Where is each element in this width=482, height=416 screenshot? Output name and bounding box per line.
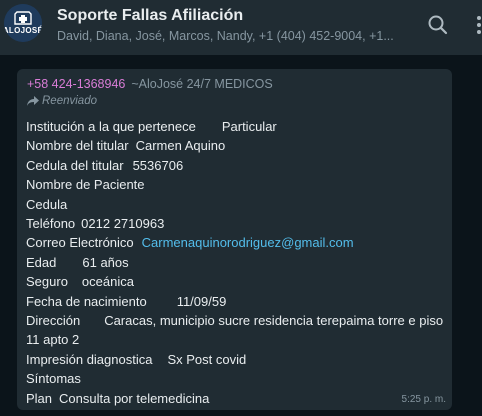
email-link[interactable]: Carmenaquinorodriguez@gmail.com bbox=[142, 235, 354, 250]
forward-arrow-icon bbox=[27, 96, 39, 106]
field-label: Correo Electrónico bbox=[26, 235, 134, 251]
field-cedula: Cedula bbox=[26, 195, 446, 214]
field-cedula-titular: Cedula del titular 5536706 bbox=[26, 156, 446, 175]
field-label: Cedula bbox=[26, 196, 68, 212]
avatar-logo-text: ALOJOSÉ bbox=[4, 26, 42, 35]
field-value: Particular bbox=[221, 119, 277, 134]
field-sintomas: Síntomas bbox=[26, 369, 446, 388]
group-avatar[interactable]: ALOJOSÉ bbox=[4, 4, 42, 42]
forwarded-indicator: Reenviado bbox=[27, 95, 97, 107]
field-impresion: Impresión diagnostica Sx Post covid bbox=[26, 350, 446, 369]
chat-header[interactable]: ALOJOSÉ Soporte Fallas Afiliación David,… bbox=[0, 0, 482, 55]
field-value: Sx Post covid bbox=[167, 351, 247, 367]
field-label: Nombre del titular bbox=[26, 138, 129, 154]
field-direccion: Dirección Caracas, municipio sucre reside… bbox=[26, 311, 446, 350]
field-label: Dirección bbox=[26, 313, 81, 329]
field-label: Cedula del titular bbox=[26, 157, 124, 173]
field-value: Consulta por telemedicina bbox=[59, 390, 210, 406]
field-seguro: Seguro oceánica bbox=[26, 272, 446, 291]
field-label: Seguro bbox=[26, 274, 68, 290]
message-time: 5:25 p. m. bbox=[401, 394, 446, 405]
phone-link[interactable]: 0212 2710963 bbox=[81, 216, 164, 231]
field-label: Teléfono bbox=[26, 216, 76, 232]
field-label: Síntomas bbox=[26, 371, 81, 387]
field-value: oceánica bbox=[81, 274, 134, 290]
message-sender: +58 424-1368946 ~AloJosé 24/7 MEDICOS bbox=[27, 77, 273, 91]
forwarded-label: Reenviado bbox=[42, 95, 97, 107]
field-edad: Edad 61 años bbox=[26, 253, 446, 272]
field-nombre-titular: Nombre del titular Carmen Aquino bbox=[26, 136, 446, 155]
field-value: Carmen Aquino bbox=[135, 138, 226, 154]
menu-button[interactable] bbox=[468, 12, 482, 40]
field-value: Caracas, municipio sucre residencia tere… bbox=[26, 313, 444, 348]
field-telefono: Teléfono 0212 2710963 bbox=[26, 214, 446, 233]
message-body: Institución a la que pertenece Particular… bbox=[26, 117, 446, 408]
message-bubble[interactable]: +58 424-1368946 ~AloJosé 24/7 MEDICOS Ree… bbox=[17, 69, 452, 410]
field-value: 5536706 bbox=[132, 157, 184, 173]
search-button[interactable] bbox=[424, 12, 452, 40]
search-icon bbox=[428, 15, 448, 35]
field-value: 11/09/59 bbox=[176, 293, 227, 309]
more-vertical-icon bbox=[477, 16, 481, 34]
field-label: Institución a la que pertenece bbox=[26, 119, 196, 134]
sender-phone[interactable]: +58 424-1368946 bbox=[27, 77, 125, 91]
field-institucion: Institución a la que pertenece Particular bbox=[26, 117, 446, 136]
field-label: Plan bbox=[26, 390, 53, 406]
field-label: Nombre de Paciente bbox=[26, 177, 145, 193]
field-label: Edad bbox=[26, 254, 57, 270]
chat-participants[interactable]: David, Diana, José, Marcos, Nandy, +1 (4… bbox=[57, 29, 402, 43]
field-plan: Plan Consulta por telemedicina bbox=[26, 389, 446, 408]
chat-title[interactable]: Soporte Fallas Afiliación bbox=[57, 7, 243, 25]
field-fecha-nacimiento: Fecha de nacimiento 11/09/59 bbox=[26, 292, 446, 311]
field-correo: Correo Electrónico Carmenaquinorodriguez@… bbox=[26, 233, 446, 252]
sender-name: ~AloJosé 24/7 MEDICOS bbox=[131, 77, 273, 91]
field-label: Impresión diagnostica bbox=[26, 351, 153, 367]
field-nombre-paciente: Nombre de Paciente bbox=[26, 175, 446, 194]
field-value: 61 años bbox=[82, 254, 129, 270]
avatar-logo: ALOJOSÉ bbox=[4, 4, 42, 42]
field-label: Fecha de nacimiento bbox=[26, 293, 147, 309]
